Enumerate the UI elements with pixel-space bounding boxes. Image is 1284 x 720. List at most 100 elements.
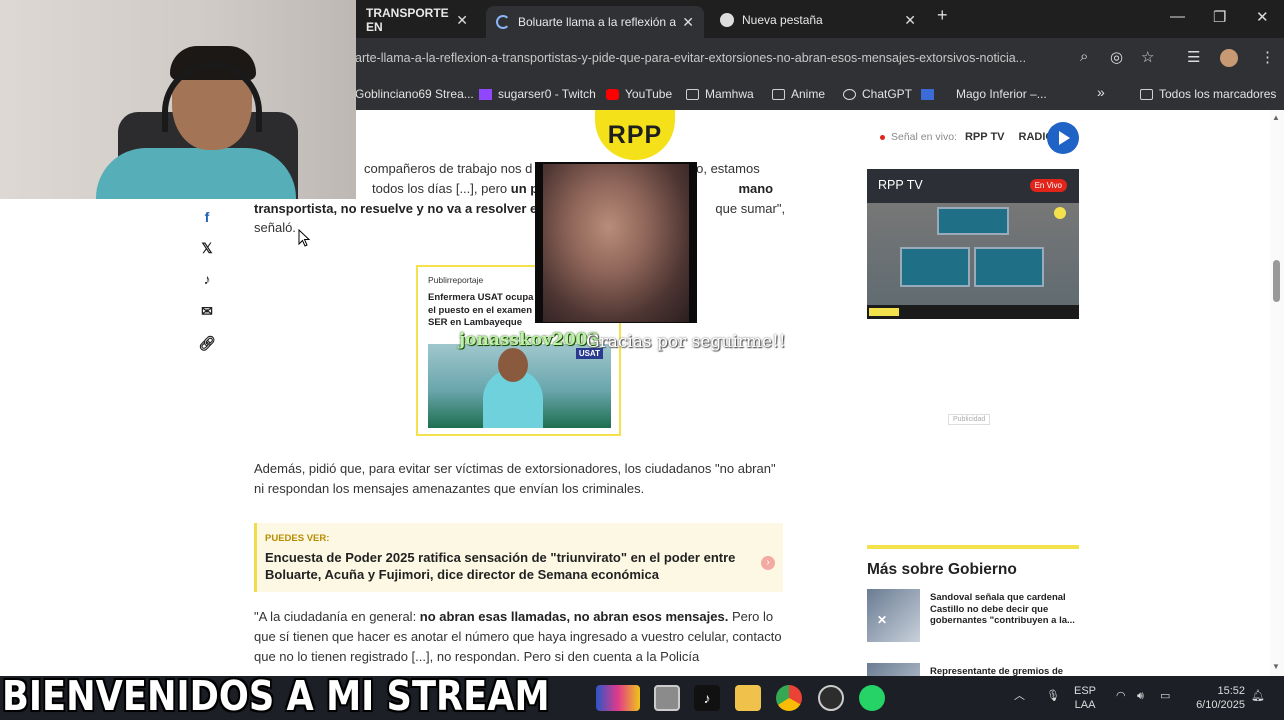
whatsapp-icon[interactable] [859,685,885,711]
folder-icon [772,88,785,100]
list-item[interactable]: Representante de gremios de [867,663,1079,676]
bookmark-item[interactable]: ChatGPT [843,87,912,101]
scroll-up-icon[interactable]: ▲ [1272,113,1280,122]
profile-avatar-icon[interactable] [1220,49,1238,67]
new-tab-icon[interactable]: + [937,5,948,26]
twitch-icon [479,88,492,100]
close-icon[interactable]: ✕ [877,613,887,627]
promo-title: Enfermera USAT ocupa el puesto en el exa… [428,292,534,328]
eye-off-icon[interactable]: ◎ [1110,48,1123,66]
tab-label: Boluarte llama a la reflexión a t [518,15,676,29]
menu-icon[interactable]: ⋮ [1260,48,1275,66]
live-badge: En Vivo [1029,179,1067,192]
list-item[interactable]: ✕ Sandoval señala que cardenal Castillo … [867,589,1079,643]
notification-bell-icon[interactable]: 🔔︎ [1251,689,1265,703]
url-field[interactable]: arte-llama-a-la-reflexion-a-transportist… [355,51,1065,65]
language-indicator[interactable]: ESP LAA [1074,684,1096,712]
related-tag: PUEDES VER: [265,533,330,544]
rpptv-title: RPP TV [878,178,923,192]
follow-alert-video [535,162,697,323]
facebook-icon[interactable]: f [198,209,216,227]
tab-label: Nueva pestaña [742,13,823,27]
search-icon[interactable]: ⌕ [1080,48,1088,65]
bookmark-item[interactable]: Mago Inferior –... [921,87,1047,101]
maximize-icon[interactable]: ❐ [1213,8,1226,26]
folder-icon [1140,88,1153,100]
lower-third-tag [869,308,899,316]
person-shirt [96,148,296,199]
news-thumbnail [867,663,920,676]
tab-label: TRANSPORTE EN [366,6,449,34]
live-tv-link[interactable]: RPP TV [965,131,1005,143]
promo-tag: Publirreportaje [428,275,484,285]
manga-icon [921,88,934,100]
file-explorer-icon[interactable] [735,685,761,711]
news-headline: Representante de gremios de [930,666,1064,676]
ad-label: Publicidad [948,414,991,425]
stream-banner: BIENVENIDOS A MI STREAM [2,672,550,720]
alert-video-frame [543,164,689,322]
related-link-card[interactable]: PUEDES VER: Encuesta de Poder 2025 ratif… [254,523,783,592]
live-video[interactable] [867,203,1079,319]
live-signal: Señal en vivo: RPP TV RADIO [880,131,1054,143]
close-icon[interactable]: ✕ [456,12,468,29]
all-bookmarks[interactable]: Todos los marcadores [1140,87,1276,101]
tab-transporte[interactable]: TRANSPORTE EN ✕ [356,6,478,34]
video-panel [937,207,1009,235]
chrome-icon [720,13,734,27]
related-title: Encuesta de Poder 2025 ratifica sensació… [265,550,736,582]
bookmark-item[interactable]: sugarser0 - Twitch [479,87,596,101]
webcam-overlay [0,0,356,199]
bookmark-item[interactable]: Goblinciano69 Strea... [355,87,474,101]
nurse-head [498,348,528,382]
close-icon[interactable]: ✕ [904,12,916,29]
star-icon[interactable]: ☆ [1141,48,1154,66]
news-thumbnail: ✕ [867,589,920,642]
youtube-icon [606,88,619,100]
chatgpt-icon [843,88,856,100]
chevron-up-icon[interactable]: ︿ [1014,689,1025,703]
app-icon[interactable] [596,685,640,711]
wifi-icon[interactable]: ◠ [1116,689,1126,703]
article-paragraph: "A la ciudadanía en general: no abran es… [254,609,782,664]
check-icon [940,89,950,100]
folder-icon [686,88,699,100]
tab-boluarte[interactable]: Boluarte llama a la reflexión a t ✕ [486,6,704,38]
volume-icon[interactable]: 🔊︎ [1137,689,1144,703]
bookmark-folder[interactable]: Anime [772,87,825,101]
chrome-icon[interactable] [776,685,802,711]
email-icon[interactable]: ✉ [198,303,216,321]
more-bookmarks-icon[interactable]: » [1097,84,1105,100]
arrow-right-icon: › [761,556,775,570]
play-button[interactable] [1047,122,1079,154]
bookmark-item[interactable]: YouTube [606,87,672,101]
clock[interactable]: 15:52 6/10/2025 [1191,684,1245,712]
scroll-down-icon[interactable]: ▼ [1272,662,1280,671]
window-close-icon[interactable]: ✕ [1256,8,1269,26]
follow-message: Gracias por seguirme!! [586,332,786,352]
tiktok-icon[interactable]: ♪ [198,271,216,289]
rpptv-player[interactable]: RPP TV En Vivo [867,169,1079,319]
obs-icon[interactable] [818,685,844,711]
scrollbar[interactable] [1270,110,1284,676]
battery-icon[interactable]: ▭ [1160,689,1170,703]
video-panel [974,247,1044,287]
task-view-icon[interactable] [654,685,680,711]
follower-name: jonasskov2003 [459,330,600,350]
video-panel [900,247,970,287]
tab-nueva[interactable]: Nueva pestaña ✕ [710,6,926,34]
bookmark-folder[interactable]: Mamhwa [686,87,754,101]
reading-list-icon[interactable]: ☰ [1187,48,1200,66]
rpp-logo[interactable]: RPP [595,110,675,160]
tiktok-app-icon[interactable]: ♪ [694,685,720,711]
microphone-icon[interactable]: 🎙︎ [1046,689,1060,703]
section-title: Más sobre Gobierno [867,561,1017,578]
scroll-thumb[interactable] [1273,260,1280,302]
minimize-icon[interactable]: — [1170,8,1185,25]
loading-icon [496,15,510,29]
article-paragraph: Además, pidió que, para evitar ser vícti… [254,461,776,496]
x-twitter-icon[interactable]: 𝕏 [198,240,216,258]
promo-image: USAT [428,344,611,428]
close-icon[interactable]: ✕ [682,14,694,31]
link-icon[interactable]: 🔗︎ [198,335,216,353]
